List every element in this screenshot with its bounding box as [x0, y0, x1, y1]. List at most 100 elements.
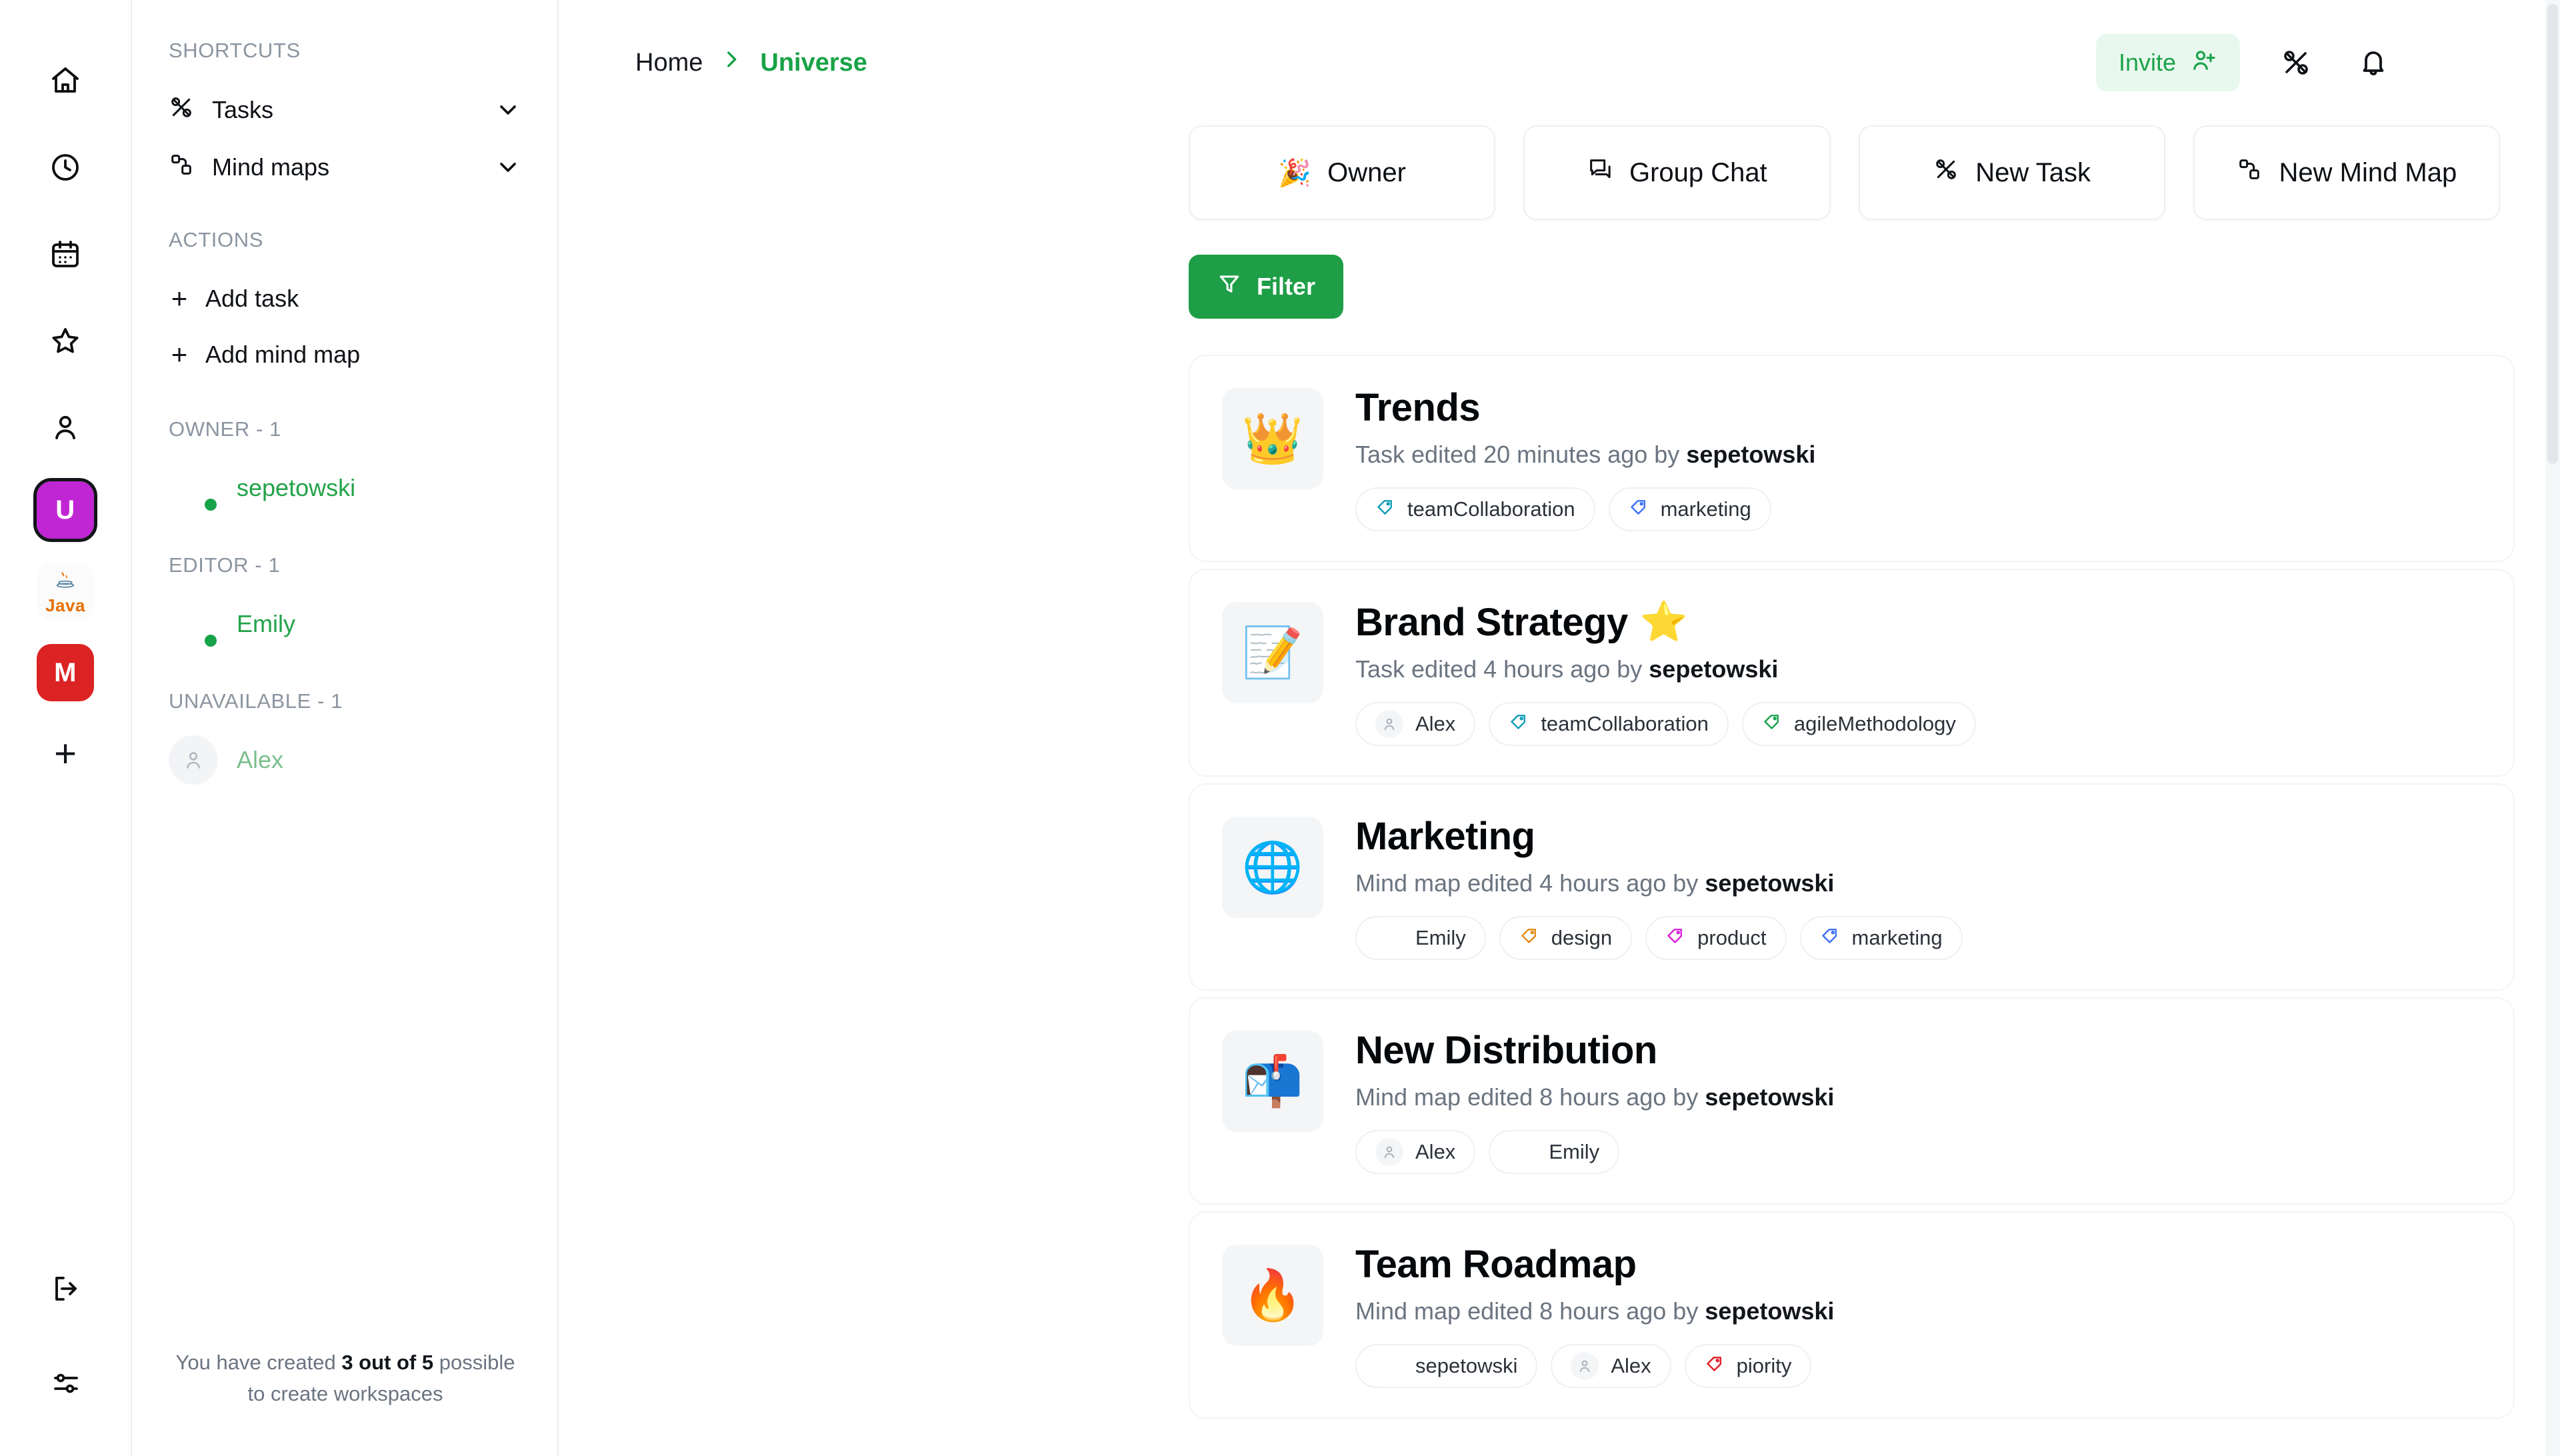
- new-task-button[interactable]: New Task: [1858, 125, 2165, 220]
- tag-icon: [1519, 925, 1539, 951]
- list-item[interactable]: 📝 Brand Strategy ⭐ Task edited 4 hours a…: [1189, 569, 2515, 777]
- assignee-chip[interactable]: Alex: [1355, 702, 1476, 746]
- add-workspace-label: +: [54, 732, 77, 775]
- list-item[interactable]: 🌐 Marketing Mind map edited 4 hours ago …: [1189, 783, 2515, 991]
- user-avatar[interactable]: [2429, 27, 2500, 98]
- avatar-placeholder-icon: [1571, 1352, 1599, 1380]
- breadcrumb-current[interactable]: Universe: [760, 49, 867, 77]
- tag-chip[interactable]: design: [1499, 916, 1633, 960]
- filter-label: Filter: [1257, 273, 1316, 300]
- list-item[interactable]: 🔥 Team Roadmap Mind map edited 8 hours a…: [1189, 1211, 2515, 1419]
- star-icon[interactable]: [33, 308, 98, 373]
- filter-button[interactable]: Filter: [1189, 255, 1344, 319]
- add-workspace-button[interactable]: +: [37, 725, 94, 783]
- tasks-icon: [1933, 156, 1959, 189]
- meta-author: sepetowski: [1705, 1083, 1835, 1111]
- tag-list: Alex Emily: [1355, 1130, 2481, 1174]
- workspace-badge-u[interactable]: U: [33, 478, 97, 542]
- group-heading-owner: OWNER - 1: [169, 417, 282, 441]
- quick-actions-bar: 🎉 Owner Group Chat New Task New Mind Map: [559, 125, 2560, 220]
- settings-sliders-icon[interactable]: [33, 1351, 99, 1416]
- list-item-title-wrap: New Distribution: [1355, 1028, 2481, 1073]
- list-item[interactable]: 👑 Trends Task edited 20 minutes ago by s…: [1189, 355, 2515, 562]
- avatar-placeholder-icon: [1375, 710, 1403, 738]
- list-item-body: Team Roadmap Mind map edited 8 hours ago…: [1323, 1242, 2481, 1388]
- new-task-label: New Task: [1975, 157, 2091, 187]
- java-logo-icon: [56, 572, 75, 588]
- logout-icon[interactable]: [33, 1256, 99, 1321]
- chevron-down-icon[interactable]: [495, 97, 521, 123]
- tag-list: teamCollaboration marketing: [1355, 487, 2481, 531]
- plus-icon: +: [171, 339, 188, 370]
- assignee-chip[interactable]: Alex: [1551, 1344, 1671, 1388]
- group-chat-button[interactable]: Group Chat: [1523, 125, 1831, 220]
- chevron-down-icon[interactable]: [495, 154, 521, 181]
- member-row-emily[interactable]: Emily: [132, 593, 557, 655]
- notification-bell-icon[interactable]: [2352, 41, 2395, 84]
- assignee-chip[interactable]: Emily: [1355, 916, 1486, 960]
- add-mind-map-button[interactable]: + Add mind map: [152, 327, 537, 383]
- assignee-chip[interactable]: Alex: [1355, 1130, 1476, 1174]
- quota-note-count: 3 out of 5: [341, 1351, 434, 1374]
- sidebar-item-label: Mind maps: [212, 153, 330, 181]
- workspace-badge-label: U: [55, 495, 75, 525]
- user-plus-icon: [2191, 47, 2217, 79]
- tasks-icon[interactable]: [2275, 41, 2317, 84]
- list-item-meta: Task edited 4 hours ago by sepetowski: [1355, 655, 2481, 683]
- crown-emoji-icon: 👑: [1222, 388, 1323, 489]
- invite-button[interactable]: Invite: [2095, 34, 2240, 91]
- assignee-label: Alex: [1415, 712, 1456, 735]
- list-item-title-wrap: Marketing: [1355, 814, 2481, 859]
- online-status-dot: [202, 632, 219, 649]
- list-item[interactable]: 📬 New Distribution Mind map edited 8 hou…: [1189, 997, 2515, 1205]
- sidebar-item-tasks[interactable]: Tasks: [152, 81, 537, 139]
- tag-chip[interactable]: product: [1645, 916, 1787, 960]
- tag-chip[interactable]: teamCollaboration: [1355, 487, 1595, 531]
- tag-list: Alex teamCollaboration agileMethodology: [1355, 702, 2481, 746]
- chevron-right-icon: [720, 48, 743, 77]
- assignee-chip[interactable]: sepetowski: [1355, 1344, 1538, 1388]
- plus-icon: +: [171, 283, 188, 314]
- tag-chip[interactable]: piority: [1684, 1344, 1812, 1388]
- home-icon[interactable]: [33, 48, 98, 113]
- list-item-meta: Mind map edited 8 hours ago by sepetowsk…: [1355, 1297, 2481, 1325]
- list-item-meta: Mind map edited 8 hours ago by sepetowsk…: [1355, 1083, 2481, 1111]
- meta-author: sepetowski: [1649, 655, 1779, 683]
- workspace-badge-m[interactable]: M: [37, 644, 94, 701]
- list-item-body: New Distribution Mind map edited 8 hours…: [1323, 1028, 2481, 1174]
- meta-text: Mind map edited 8 hours ago by: [1355, 1083, 1705, 1111]
- meta-author: sepetowski: [1705, 869, 1835, 897]
- vertical-scrollbar[interactable]: [2545, 0, 2560, 1456]
- list-item-title: Trends: [1355, 386, 1481, 429]
- scrollbar-thumb[interactable]: [2547, 4, 2558, 464]
- tag-chip[interactable]: teamCollaboration: [1489, 702, 1729, 746]
- fire-emoji-icon: 🔥: [1222, 1245, 1323, 1346]
- calendar-icon[interactable]: [33, 221, 98, 287]
- person-icon[interactable]: [33, 395, 98, 460]
- tasks-icon: [168, 94, 195, 127]
- tag-chip[interactable]: agileMethodology: [1741, 702, 1976, 746]
- tag-chip[interactable]: marketing: [1799, 916, 1963, 960]
- breadcrumb-home[interactable]: Home: [635, 49, 703, 77]
- tag-icon: [1629, 497, 1649, 522]
- globe-emoji-icon: 🌐: [1222, 817, 1323, 918]
- sidebar-item-mind-maps[interactable]: Mind maps: [152, 139, 537, 196]
- tag-icon: [1375, 497, 1395, 522]
- top-bar: Home Universe Invite: [559, 0, 2560, 125]
- actions-heading: ACTIONS: [169, 228, 263, 251]
- history-clock-icon[interactable]: [33, 135, 98, 200]
- tag-label: agileMethodology: [1793, 712, 1956, 735]
- workspace-badge-java[interactable]: Java: [37, 563, 94, 620]
- assignee-chip[interactable]: Emily: [1489, 1130, 1620, 1174]
- add-task-button[interactable]: + Add task: [152, 271, 537, 327]
- add-task-label: Add task: [205, 285, 299, 312]
- owner-button[interactable]: 🎉 Owner: [1189, 125, 1496, 220]
- mind-map-icon: [2236, 156, 2263, 189]
- member-row-sepetowski[interactable]: sepetowski: [132, 457, 557, 519]
- member-group-unavailable: UNAVAILABLE - 1 Alex: [132, 689, 557, 791]
- tag-icon: [1762, 711, 1782, 737]
- member-row-alex[interactable]: Alex: [132, 729, 557, 791]
- tag-chip[interactable]: marketing: [1608, 487, 1771, 531]
- new-mind-map-button[interactable]: New Mind Map: [2193, 125, 2500, 220]
